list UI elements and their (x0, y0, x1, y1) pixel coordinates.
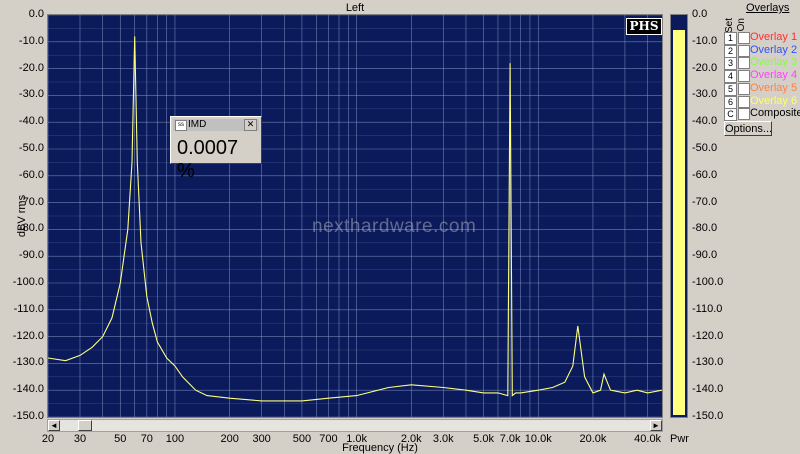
x-tick-label: 30 (73, 433, 87, 445)
meter-tick-label: -10.0 (692, 34, 718, 47)
options-button[interactable]: Options... (724, 121, 772, 136)
meter-tick-label: -60.0 (692, 168, 718, 181)
window-icon: ss (175, 120, 187, 131)
x-tick-label: 50 (114, 433, 127, 445)
meter-tick-label: 0.0 (692, 8, 708, 20)
y-tick-label: -110.0 (13, 302, 44, 315)
y-tick-label: 0.0 (28, 8, 44, 20)
overlay-label: Overlay 1 (750, 31, 798, 43)
scroll-right-button[interactable]: ► (650, 420, 662, 431)
meter-tick-label: -140.0 (692, 383, 724, 396)
watermark: nexthardware.com (312, 216, 477, 237)
y-tick-label: -90.0 (18, 249, 44, 262)
meter-tick-label: -120.0 (692, 329, 724, 342)
meter-tick-label: -150.0 (692, 410, 724, 422)
meter-tick-label: -90.0 (692, 249, 718, 262)
power-meter-fill (673, 30, 685, 415)
x-tick-label: 5.0k (473, 433, 494, 445)
meter-tick-label: -100.0 (692, 276, 724, 288)
on-label: On (736, 18, 747, 32)
overlay-set-button[interactable]: 6 (724, 95, 737, 109)
x-tick-label: 20 (41, 433, 55, 445)
overlay-set-button[interactable]: 2 (724, 44, 737, 58)
scroll-left-button[interactable]: ◄ (48, 420, 60, 431)
y-tick-label: -50.0 (18, 142, 44, 154)
meter-tick-label: -30.0 (692, 88, 718, 101)
x-tick-label: 300 (252, 433, 271, 445)
overlay-set-button[interactable]: 3 (724, 57, 737, 71)
y-tick-label: -60.0 (18, 168, 44, 181)
imd-title: IMD (188, 119, 207, 130)
y-tick-label: -100.0 (12, 276, 44, 288)
overlay-label: Overlay 4 (750, 69, 798, 82)
y-tick-label: -140.0 (12, 383, 44, 396)
x-tick-label: 7.0k (499, 433, 521, 445)
overlay-checkbox[interactable] (738, 82, 750, 95)
overlay-checkbox[interactable] (738, 44, 750, 57)
overlays-title: Overlays (746, 2, 790, 14)
overlay-label: Overlay 6 (750, 94, 798, 107)
overlay-checkbox[interactable] (738, 95, 750, 108)
imd-value: 0.0007 % (177, 137, 239, 182)
meter-tick-label: -20.0 (692, 61, 718, 74)
imd-title-bar[interactable]: ss IMD ✕ (173, 119, 259, 131)
horizontal-scrollbar[interactable]: ◄ ► (47, 419, 663, 432)
scroll-thumb[interactable] (78, 420, 92, 431)
overlay-set-button[interactable]: 1 (724, 32, 737, 45)
y-tick-label: -120.0 (12, 329, 44, 342)
meter-tick-label: -40.0 (692, 115, 718, 128)
overlay-set-button[interactable]: 5 (724, 82, 737, 96)
imd-window[interactable]: ss IMD ✕ 0.0007 % (170, 116, 262, 182)
graph-title: Left (345, 2, 365, 14)
x-tick-label: 200 (220, 433, 239, 445)
x-tick-label: 40.0k (634, 433, 662, 445)
x-tick-label: 20.0k (579, 433, 607, 445)
power-meter-label: Pwr (670, 433, 689, 445)
overlay-set-button[interactable]: C (724, 108, 737, 122)
y-tick-label: -150.0 (12, 410, 44, 422)
phs-logo: PHS (626, 18, 662, 35)
x-tick-label: 70 (140, 433, 153, 445)
overlay-set-button[interactable]: 4 (724, 70, 737, 84)
meter-tick-label: -50.0 (692, 142, 718, 154)
power-meter (670, 14, 688, 418)
overlay-checkbox[interactable] (738, 108, 750, 121)
overlay-label: Composite (750, 107, 800, 120)
x-tick-label: 100 (165, 433, 185, 445)
x-axis-title: Frequency (Hz) (342, 442, 418, 454)
y-tick-label: -10.0 (18, 34, 44, 47)
overlay-checkbox[interactable] (738, 70, 750, 83)
y-tick-label: -30.0 (18, 88, 44, 101)
overlay-label: Overlay 5 (750, 81, 798, 94)
overlay-checkbox[interactable] (738, 32, 750, 44)
close-icon[interactable]: ✕ (244, 119, 257, 131)
overlay-checkbox[interactable] (738, 57, 750, 70)
y-tick-label: -40.0 (18, 115, 44, 128)
meter-tick-label: -130.0 (692, 356, 724, 369)
overlay-label: Overlay 2 (750, 43, 798, 56)
set-label: Set (724, 18, 735, 34)
y-axis-title: dBV rms (16, 194, 28, 238)
y-tick-label: -130.0 (12, 356, 44, 369)
overlay-label: Overlay 3 (750, 56, 798, 69)
y-tick-label: -20.0 (18, 61, 44, 74)
x-tick-label: 10.0k (524, 433, 552, 445)
meter-tick-label: -70.0 (692, 195, 718, 208)
meter-tick-label: -110.0 (692, 302, 723, 315)
meter-tick-label: -80.0 (692, 222, 718, 235)
